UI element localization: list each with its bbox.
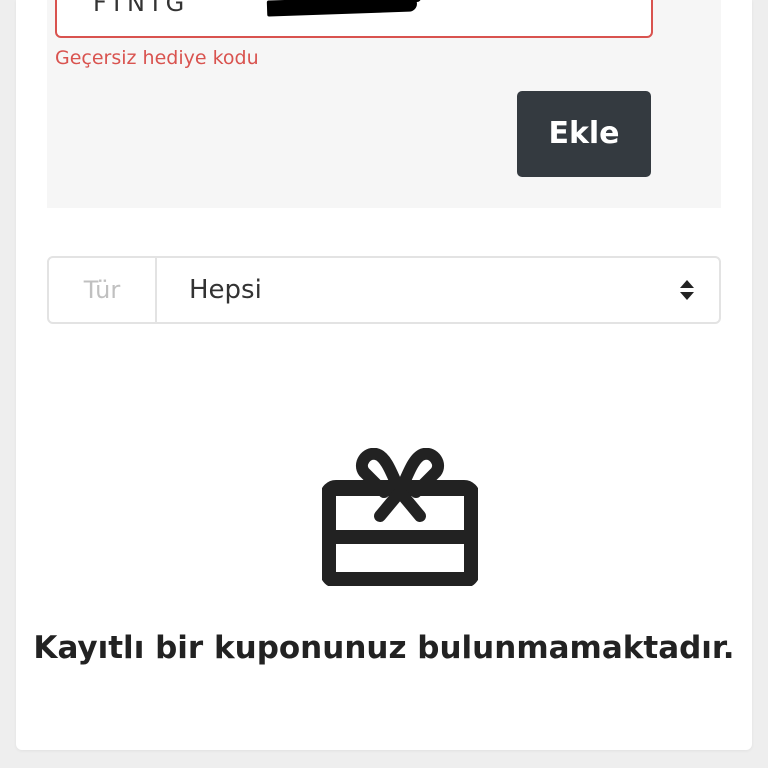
type-selected-value: Hepsi — [189, 275, 262, 305]
coupon-card: FTNTG × Geçersiz hediye kodu Ekle Tür He… — [16, 0, 752, 750]
redaction-mark — [266, 0, 418, 17]
redaction-mark-tail — [397, 0, 421, 2]
x-icon[interactable]: × — [602, 0, 628, 4]
add-button[interactable]: Ekle — [517, 91, 651, 177]
gift-code-input[interactable]: FTNTG × — [55, 0, 653, 38]
type-filter: Tür Hepsi — [47, 256, 721, 324]
gift-icon — [322, 448, 478, 586]
empty-state-message: Kayıtlı bir kuponunuz bulunmamaktadır. — [33, 630, 735, 666]
sort-arrows-icon — [680, 280, 694, 300]
type-select[interactable]: Hepsi — [157, 258, 719, 322]
type-label: Tür — [49, 258, 157, 322]
error-message: Geçersiz hediye kodu — [55, 47, 259, 69]
gift-code-value: FTNTG — [93, 0, 188, 17]
